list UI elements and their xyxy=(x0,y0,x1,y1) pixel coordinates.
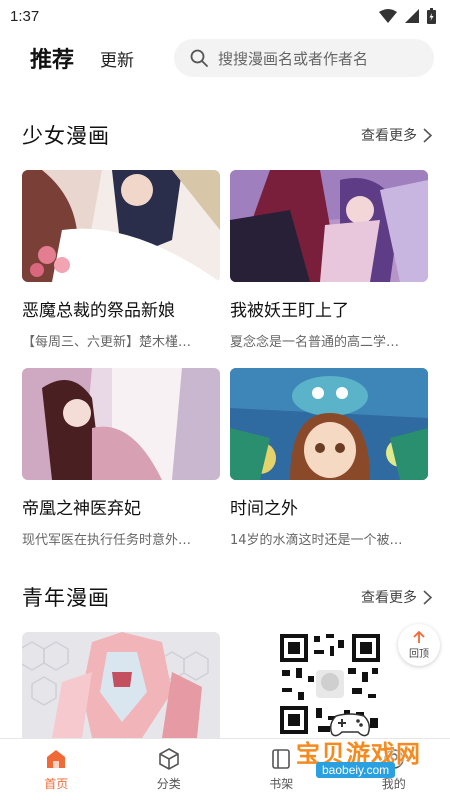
search-input[interactable]: 搜搜漫画名或者作者名 xyxy=(174,39,434,77)
comic-card[interactable] xyxy=(22,632,220,738)
see-more-label: 查看更多 xyxy=(361,128,417,144)
comic-cover[interactable] xyxy=(22,368,220,480)
nav-label: 首页 xyxy=(44,777,69,791)
back-to-top-button[interactable]: 回顶 xyxy=(398,624,440,666)
comic-cover[interactable] xyxy=(230,170,428,282)
wifi-icon xyxy=(379,9,397,23)
search-icon xyxy=(190,49,208,67)
nav-category[interactable]: 分类 xyxy=(113,739,226,800)
battery-icon xyxy=(427,8,436,24)
nav-home[interactable]: 首页 xyxy=(0,739,113,800)
chevron-right-icon xyxy=(423,589,432,605)
comic-card[interactable]: 时间之外 14岁的水滴这时还是一个被… xyxy=(230,368,428,548)
tab-update[interactable]: 更新 xyxy=(100,46,134,71)
section-title: 少女漫画 xyxy=(22,124,110,148)
home-icon xyxy=(47,750,66,768)
arrow-up-icon xyxy=(413,630,425,643)
comic-description: 现代军医在执行任务时意外… xyxy=(22,533,192,548)
chevron-right-icon xyxy=(423,127,432,143)
comic-description: 【每周三、六更新】楚木槿… xyxy=(22,335,192,350)
section-title: 青年漫画 xyxy=(22,586,110,610)
status-icons xyxy=(379,8,436,24)
comic-title: 帝凰之神医弃妃 xyxy=(22,499,141,519)
comic-card[interactable]: 我被妖王盯上了 夏念念是一名普通的高二学… xyxy=(230,170,428,350)
top-bar: 推荐 更新 搜搜漫画名或者作者名 xyxy=(0,36,450,80)
status-bar: 1:37 xyxy=(0,0,450,32)
comic-card[interactable]: 恶魔总裁的祭品新娘 【每周三、六更新】楚木槿… xyxy=(22,170,220,350)
section-header-seinen: 青年漫画 查看更多 xyxy=(22,582,432,612)
comic-cover[interactable] xyxy=(22,170,220,282)
back-to-top-label: 回顶 xyxy=(409,648,429,660)
comic-title: 我被妖王盯上了 xyxy=(230,301,349,321)
see-more-button[interactable]: 查看更多 xyxy=(361,587,432,607)
comic-cover[interactable] xyxy=(22,632,220,738)
comic-description: 夏念念是一名普通的高二学… xyxy=(230,335,400,350)
comic-title: 恶魔总裁的祭品新娘 xyxy=(22,301,175,321)
section-header-shoujo: 少女漫画 查看更多 xyxy=(22,120,432,150)
cube-icon xyxy=(158,748,179,770)
comic-title: 时间之外 xyxy=(230,499,298,519)
see-more-button[interactable]: 查看更多 xyxy=(361,125,432,145)
tab-recommend[interactable]: 推荐 xyxy=(30,42,74,74)
nav-label: 分类 xyxy=(156,777,181,791)
search-placeholder: 搜搜漫画名或者作者名 xyxy=(218,49,369,68)
comic-card[interactable]: 帝凰之神医弃妃 现代军医在执行任务时意外… xyxy=(22,368,220,548)
watermark-logo: 宝贝游戏网 baobeiy.com xyxy=(286,712,446,782)
status-time: 1:37 xyxy=(10,7,40,25)
watermark-url: baobeiy.com xyxy=(316,762,396,778)
comic-cover[interactable] xyxy=(230,368,428,480)
signal-icon xyxy=(405,9,419,23)
see-more-label: 查看更多 xyxy=(361,590,417,606)
comic-description: 14岁的水滴这时还是一个被… xyxy=(230,533,403,548)
